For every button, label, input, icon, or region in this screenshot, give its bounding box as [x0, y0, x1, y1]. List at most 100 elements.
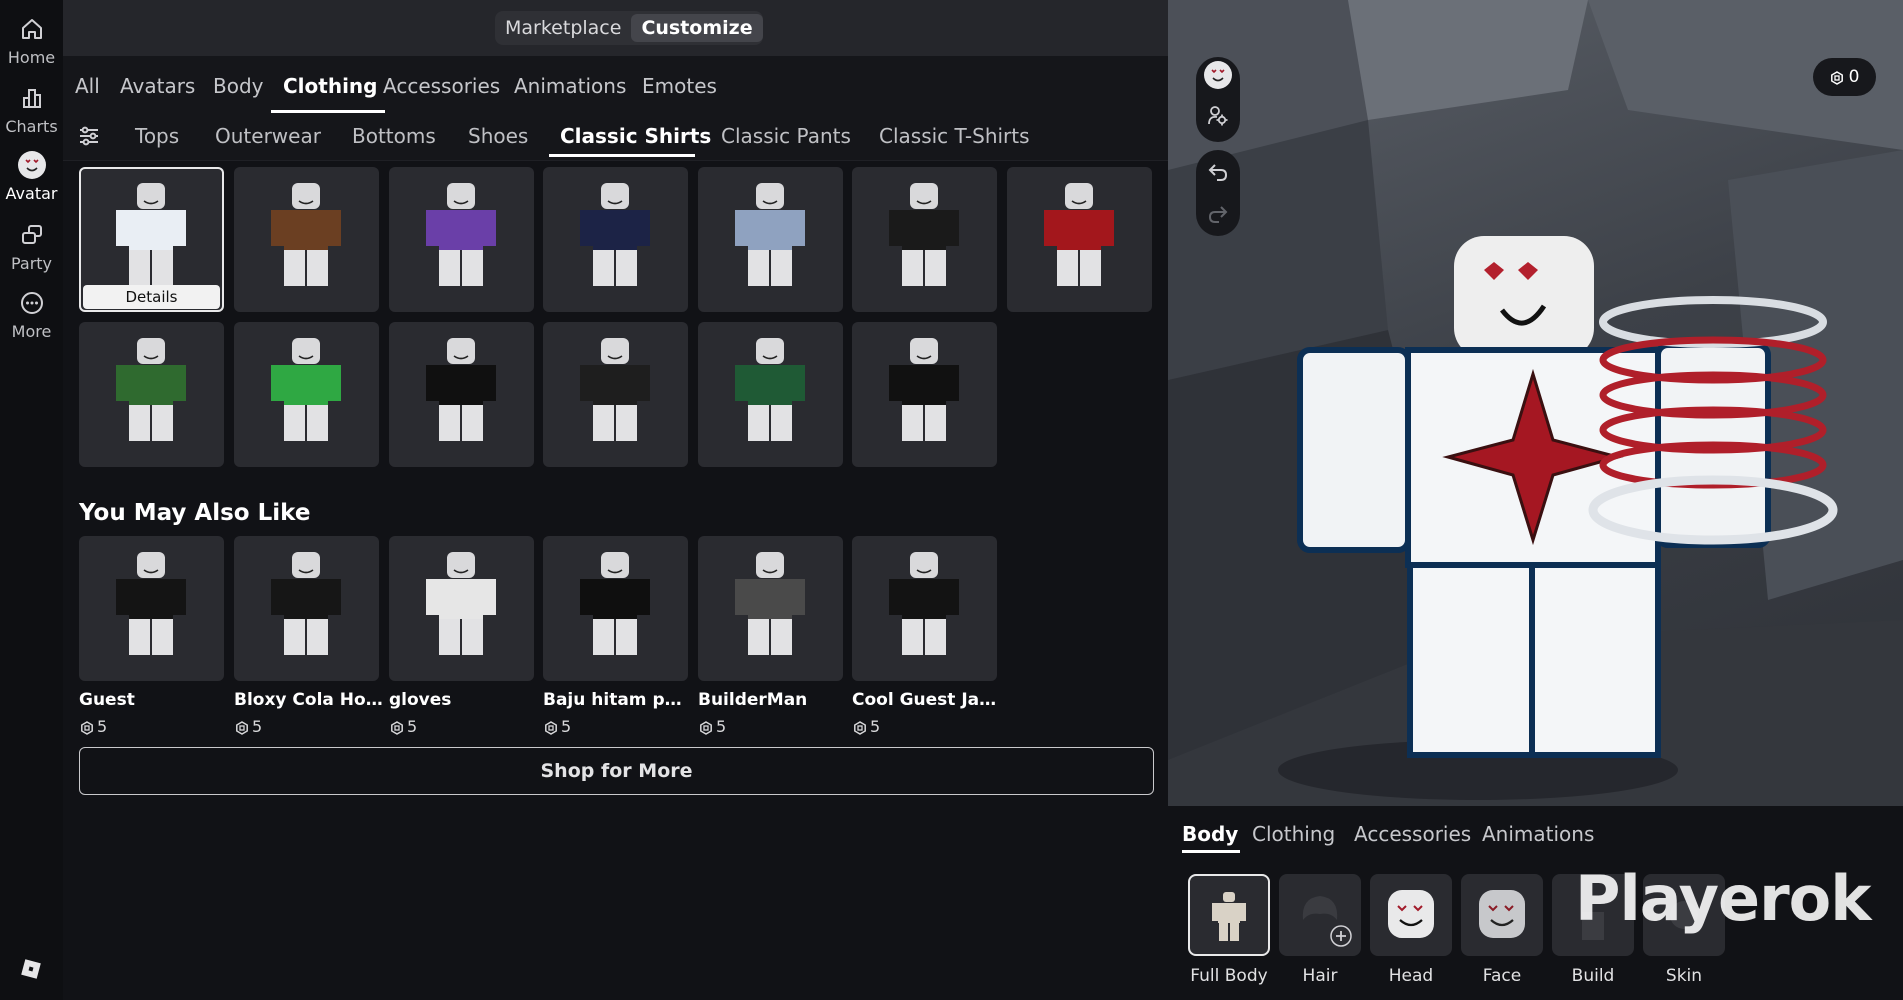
- avatar-thumbnail-icon: [271, 338, 341, 441]
- nav-home[interactable]: Home: [0, 14, 63, 67]
- redo-icon[interactable]: [1206, 202, 1230, 226]
- owned-item-tile[interactable]: [698, 167, 843, 312]
- subtab-bottoms[interactable]: Bottoms: [352, 124, 436, 148]
- details-button[interactable]: Details: [83, 285, 220, 309]
- subtab-outerwear[interactable]: Outerwear: [215, 124, 321, 148]
- rec-item-tile[interactable]: [389, 536, 534, 681]
- marketplace-tab[interactable]: Marketplace: [495, 14, 631, 42]
- undo-icon[interactable]: [1206, 160, 1230, 184]
- roblox-logo-icon[interactable]: [20, 958, 42, 980]
- nav-more[interactable]: More: [0, 288, 63, 341]
- avatar-scene: [1168, 0, 1903, 806]
- party-icon: [17, 220, 47, 250]
- nav-avatar[interactable]: Avatar: [0, 150, 63, 203]
- section-title-recommendations: You May Also Like: [79, 500, 311, 526]
- bottom-tab-animations[interactable]: Animations: [1482, 822, 1594, 846]
- customize-tab[interactable]: Customize: [631, 14, 763, 42]
- avatar-headshot-icon[interactable]: [1203, 60, 1233, 90]
- rec-item-tile[interactable]: [698, 536, 843, 681]
- rec-item-tile[interactable]: [852, 536, 997, 681]
- tab-all[interactable]: All: [75, 74, 100, 98]
- owned-item-tile[interactable]: [543, 167, 688, 312]
- tab-animations[interactable]: Animations: [514, 74, 626, 98]
- owned-item-tile[interactable]: [234, 322, 379, 467]
- avatar-thumbnail-icon: [1044, 183, 1114, 286]
- tab-clothing[interactable]: Clothing: [283, 74, 377, 98]
- part-label: Head: [1388, 966, 1434, 986]
- owned-item-tile[interactable]: [389, 322, 534, 467]
- part-face[interactable]: [1461, 874, 1543, 956]
- bottom-tab-underline: [1182, 850, 1240, 853]
- robux-icon: [699, 720, 713, 735]
- rec-item-name[interactable]: Cool Guest Jacket: [852, 690, 1002, 710]
- nav-charts-label: Charts: [5, 117, 58, 136]
- part-label: Hair: [1302, 966, 1338, 986]
- left-nav: Home Charts Avatar Party More: [0, 0, 63, 1000]
- face-thumbnail-icon: [1479, 890, 1525, 938]
- avatar-icon: [17, 150, 47, 180]
- avatar-thumbnail-icon: [735, 338, 805, 441]
- bottom-tab-accessories[interactable]: Accessories: [1354, 822, 1471, 846]
- rec-item-name[interactable]: Guest: [79, 690, 229, 710]
- owned-item-tile[interactable]: [543, 322, 688, 467]
- rec-item-price-value: 5: [561, 717, 572, 736]
- rec-item-name[interactable]: gloves: [389, 690, 539, 710]
- part-head[interactable]: [1370, 874, 1452, 956]
- top-bar: Marketplace Customize: [63, 0, 1168, 56]
- avatar-thumbnail-icon: [889, 183, 959, 286]
- tab-emotes[interactable]: Emotes: [642, 74, 717, 98]
- shop-for-more-button[interactable]: Shop for More: [79, 747, 1154, 795]
- bottom-tab-body[interactable]: Body: [1182, 822, 1238, 846]
- robux-balance-value: 0: [1848, 67, 1860, 87]
- nav-party[interactable]: Party: [0, 220, 63, 273]
- tab-body[interactable]: Body: [213, 74, 264, 98]
- filter-sliders-icon[interactable]: [77, 124, 101, 148]
- robux-icon: [544, 720, 558, 735]
- subtab-classic-pants[interactable]: Classic Pants: [721, 124, 851, 148]
- subtab-tops[interactable]: Tops: [135, 124, 179, 148]
- robux-balance-badge[interactable]: 0: [1813, 58, 1876, 96]
- rec-item-price: 5: [853, 717, 880, 736]
- nav-more-label: More: [11, 322, 52, 341]
- part-full-body[interactable]: [1188, 874, 1270, 956]
- owned-item-tile[interactable]: [79, 322, 224, 467]
- subtab-classic-shirts[interactable]: Classic Shirts: [560, 124, 711, 148]
- rec-item-tile[interactable]: [79, 536, 224, 681]
- subtab-shoes[interactable]: Shoes: [468, 124, 528, 148]
- owned-item-tile[interactable]: [852, 322, 997, 467]
- bottom-tab-clothing[interactable]: Clothing: [1252, 822, 1335, 846]
- avatar-settings-icon[interactable]: [1206, 104, 1230, 128]
- rec-item-price-value: 5: [870, 717, 881, 736]
- rec-item-name[interactable]: BuilderMan: [698, 690, 848, 710]
- rec-item-tile[interactable]: [543, 536, 688, 681]
- full-body-thumbnail-icon: [1212, 892, 1246, 941]
- avatar-thumbnail-icon: [580, 552, 650, 655]
- rec-item-name[interactable]: Baju hitam polos: [543, 690, 693, 710]
- owned-item-tile[interactable]: [389, 167, 534, 312]
- rec-item-name[interactable]: Bloxy Cola Hoo...: [234, 690, 384, 710]
- owned-item-tile[interactable]: [698, 322, 843, 467]
- avatar-thumbnail-icon: [889, 552, 959, 655]
- tab-accessories[interactable]: Accessories: [383, 74, 500, 98]
- nav-charts[interactable]: Charts: [0, 83, 63, 136]
- rec-item-price: 5: [544, 717, 571, 736]
- tab-avatars[interactable]: Avatars: [120, 74, 195, 98]
- rec-item-price: 5: [235, 717, 262, 736]
- hair-thumbnail-icon: [1302, 896, 1352, 947]
- rec-item-price: 5: [390, 717, 417, 736]
- owned-item-tile[interactable]: [234, 167, 379, 312]
- rec-item-price-value: 5: [97, 717, 108, 736]
- owned-item-tile[interactable]: [1007, 167, 1152, 312]
- nav-home-label: Home: [7, 48, 56, 67]
- avatar-tools-group: [1196, 57, 1240, 142]
- subcategory-tabs: Tops Outerwear Bottoms Shoes Classic Shi…: [63, 114, 1168, 161]
- avatar-3d-viewport[interactable]: [1168, 0, 1903, 806]
- owned-item-tile[interactable]: [852, 167, 997, 312]
- part-label: Full Body: [1190, 966, 1268, 986]
- part-hair[interactable]: [1279, 874, 1361, 956]
- head-thumbnail-icon: [1388, 890, 1434, 938]
- rec-item-tile[interactable]: [234, 536, 379, 681]
- nav-avatar-label: Avatar: [5, 184, 58, 203]
- avatar-thumbnail-icon: [580, 183, 650, 286]
- subtab-classic-tshirts[interactable]: Classic T-Shirts: [879, 124, 1030, 148]
